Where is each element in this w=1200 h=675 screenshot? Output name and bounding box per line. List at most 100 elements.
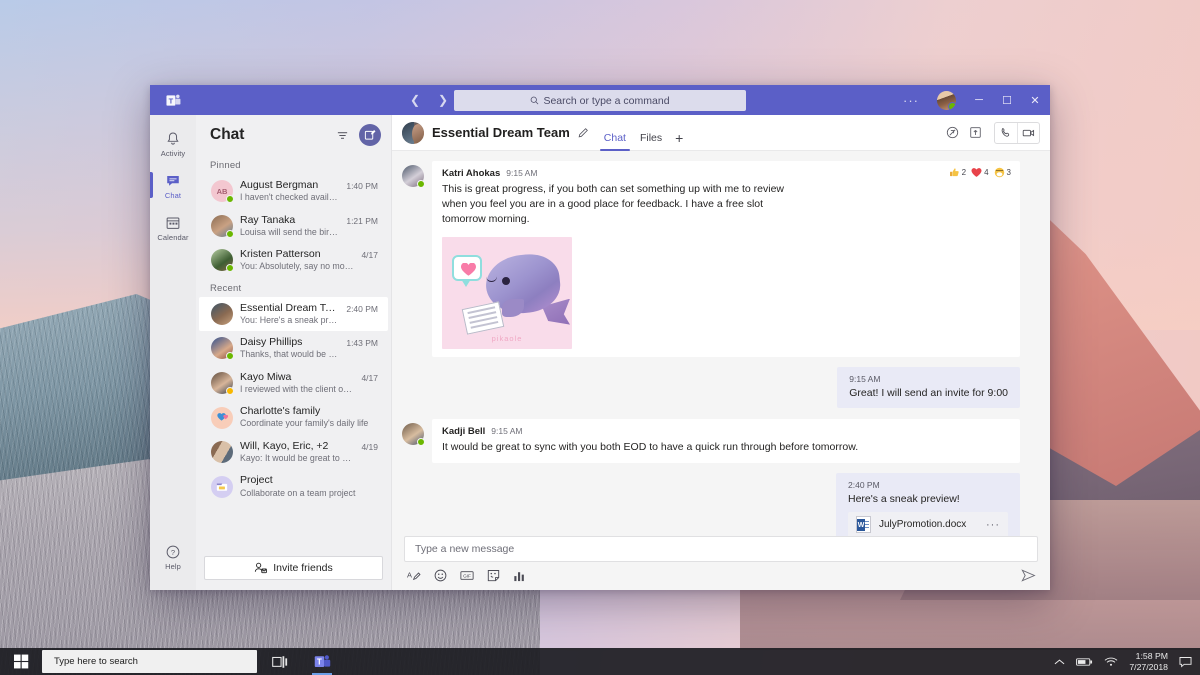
message-reactions[interactable]: 2 4 3	[949, 167, 1011, 178]
avatar[interactable]	[937, 91, 956, 110]
task-view-icon[interactable]	[261, 648, 299, 675]
tab-chat[interactable]: Chat	[603, 132, 627, 151]
pencil-icon[interactable]	[578, 127, 589, 138]
invite-friends-label: Invite friends	[273, 562, 333, 574]
settings-more-button[interactable]: ···	[895, 93, 927, 108]
screen-share-icon[interactable]	[946, 126, 959, 139]
list-item[interactable]: Charlotte's family Coordinate your famil…	[199, 400, 388, 435]
maximize-button[interactable]: ☐	[994, 85, 1020, 115]
avatar	[402, 165, 424, 187]
filter-icon[interactable]	[334, 127, 351, 144]
chat-list-scroll[interactable]: Pinned AB August Bergman I haven't check…	[196, 155, 391, 548]
file-attachment[interactable]: JulyPromotion.docx ···	[848, 512, 1008, 536]
poll-icon[interactable]	[513, 570, 526, 582]
taskbar-search-input[interactable]: Type here to search	[42, 650, 257, 673]
teams-taskbar-icon[interactable]: T	[303, 648, 341, 675]
speech-bubble	[452, 255, 482, 281]
list-item-text: Kristen Patterson You: Absolutely, say n…	[240, 248, 354, 273]
conversation-title: Essential Dream Team	[432, 125, 570, 140]
conversation-actions	[946, 122, 1040, 144]
sidebar-item-label: Calendar	[157, 233, 188, 242]
sidebar-item-activity[interactable]: Activity	[150, 123, 196, 165]
help-button[interactable]: ? Help	[150, 536, 196, 578]
message-outgoing-invite: 9:15 AM Great! I will send an invite for…	[402, 367, 1020, 408]
video-call-icon[interactable]	[1017, 123, 1039, 143]
sticker-icon[interactable]	[487, 569, 500, 582]
list-item-preview: Louisa will send the birthday card	[240, 227, 339, 238]
sidebar-item-label: Activity	[161, 149, 186, 158]
phone-call-icon[interactable]	[995, 123, 1017, 143]
emoji-icon[interactable]	[434, 569, 447, 582]
nav-buttons: ❮ ❯	[406, 91, 452, 109]
search-icon	[530, 96, 539, 105]
file-more-button[interactable]: ···	[986, 519, 1000, 531]
chat-list-header: Chat	[196, 115, 391, 155]
message-author: Katri Ahokas	[442, 168, 500, 179]
taskbar-search-placeholder: Type here to search	[54, 656, 138, 667]
message-time: 9:15 AM	[491, 426, 522, 436]
list-item-time: 4/17	[361, 248, 378, 260]
list-item[interactable]: Kayo Miwa I reviewed with the client on …	[199, 366, 388, 401]
chevron-up-icon[interactable]	[1054, 658, 1065, 666]
new-chat-button[interactable]	[359, 124, 381, 146]
invite-friends-button[interactable]: Invite friends	[204, 556, 383, 580]
message-text: It would be great to sync with you both …	[442, 440, 1010, 455]
message-input[interactable]: Type a new message	[404, 536, 1038, 562]
list-item[interactable]: Ray Tanaka Louisa will send the birthday…	[199, 209, 388, 244]
battery-icon[interactable]	[1076, 657, 1093, 667]
message-list[interactable]: 2 4 3	[392, 151, 1050, 536]
list-item[interactable]: Will, Kayo, Eric, +2 Kayo: It would be g…	[199, 435, 388, 470]
message-kadji-bell: Kadji Bell 9:15 AM It would be great to …	[402, 419, 1020, 463]
svg-text:?: ?	[171, 547, 175, 556]
list-item[interactable]: Daisy Phillips Thanks, that would be nic…	[199, 331, 388, 366]
notification-icon[interactable]	[1179, 656, 1192, 668]
share-upload-icon[interactable]	[969, 126, 982, 139]
reaction-thumbs-up[interactable]: 2	[949, 167, 966, 178]
list-item-name: Project	[240, 474, 371, 487]
forward-button[interactable]: ❯	[434, 91, 452, 109]
gif-icon[interactable]: GIF	[460, 570, 474, 581]
list-item-essential-dream-team[interactable]: Essential Dream Team You: Here's a sneak…	[199, 297, 388, 332]
list-item-text: Charlotte's family Coordinate your famil…	[240, 405, 371, 430]
taskbar-clock[interactable]: 1:58 PM 7/27/2018	[1129, 651, 1168, 673]
page-title: Chat	[210, 126, 326, 144]
dolphin-fin	[502, 299, 524, 317]
add-tab-button[interactable]: +	[675, 130, 683, 151]
list-item-text: Ray Tanaka Louisa will send the birthday…	[240, 214, 339, 239]
window-titlebar: T ❮ ❯ Search or type a command ··· ─ ☐	[150, 85, 1050, 115]
conversation-panel: Essential Dream Team Chat Files +	[392, 115, 1050, 590]
minimize-button[interactable]: ─	[966, 85, 992, 115]
tab-files[interactable]: Files	[639, 132, 663, 151]
desktop-wallpaper: T ❮ ❯ Search or type a command ··· ─ ☐	[0, 0, 1200, 675]
sidebar-item-chat[interactable]: Chat	[150, 165, 196, 207]
reaction-laugh[interactable]: 3	[994, 167, 1011, 178]
search-input[interactable]: Search or type a command	[454, 90, 746, 111]
close-button[interactable]: ✕	[1022, 85, 1048, 115]
compose-toolbar: A GIF	[404, 562, 1038, 582]
windows-taskbar: Type here to search T 1:58 PM	[0, 648, 1200, 675]
file-name: JulyPromotion.docx	[879, 519, 978, 530]
wifi-icon[interactable]	[1104, 656, 1118, 667]
list-item-preview: You: Absolutely, say no more!	[240, 261, 354, 272]
send-button[interactable]	[1021, 569, 1036, 582]
list-item[interactable]: Kristen Patterson You: Absolutely, say n…	[199, 243, 388, 278]
list-item-text: Daisy Phillips Thanks, that would be nic…	[240, 336, 339, 361]
avatar-initials: AB	[217, 187, 228, 196]
list-item-preview: Coordinate your family's daily life	[240, 418, 371, 429]
message-bubble-own: 9:15 AM Great! I will send an invite for…	[837, 367, 1020, 408]
format-text-icon[interactable]: A	[407, 569, 421, 582]
list-item[interactable]: AB August Bergman I haven't checked avai…	[199, 174, 388, 209]
dolphin-sticker[interactable]: pikaole	[442, 237, 572, 349]
system-tray: 1:58 PM 7/27/2018	[1054, 651, 1200, 673]
windows-start-icon[interactable]	[0, 648, 42, 675]
avatar-group	[211, 441, 233, 463]
reaction-heart[interactable]: 4	[971, 167, 988, 178]
sidebar-item-calendar[interactable]: Calendar	[150, 207, 196, 249]
avatar	[211, 303, 233, 325]
message-bubble: Kadji Bell 9:15 AM It would be great to …	[432, 419, 1020, 463]
avatar	[211, 372, 233, 394]
heart-icon	[461, 263, 476, 276]
svg-text:A: A	[407, 570, 412, 579]
list-item[interactable]: Project Collaborate on a team project	[199, 469, 388, 504]
back-button[interactable]: ❮	[406, 91, 424, 109]
